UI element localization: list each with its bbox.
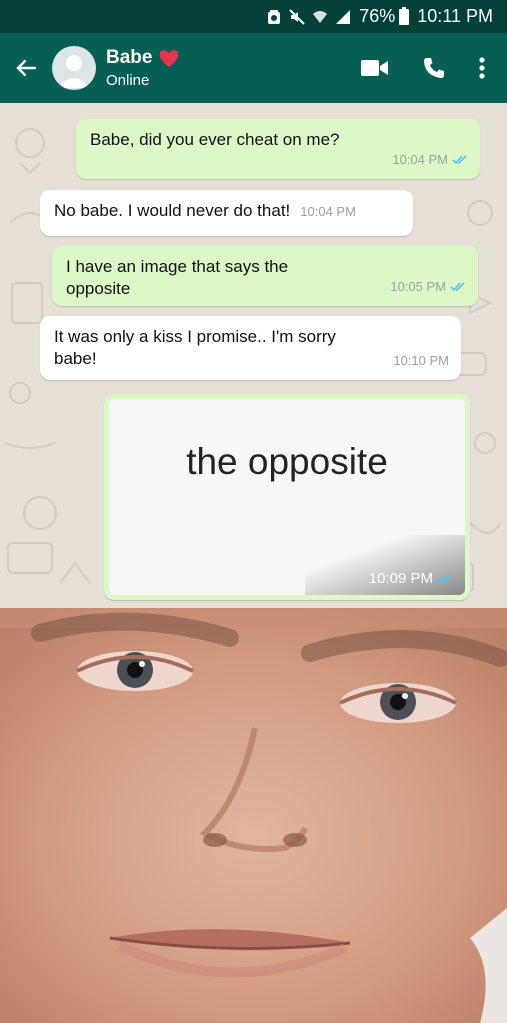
video-call-icon <box>361 60 388 76</box>
image-message-bubble[interactable]: the opposite 10:09 PM <box>104 394 470 600</box>
message-text: I have an image that says the opposite <box>66 257 289 298</box>
clock: 10:11 PM <box>417 6 493 26</box>
status-bar: 76% 10:11 PM <box>0 0 507 33</box>
battery-icon <box>399 6 410 25</box>
message-bubble-incoming[interactable]: It was only a kiss I promise.. I'm sorry… <box>40 316 461 380</box>
avatar[interactable] <box>52 46 96 90</box>
message-text: Babe, did you ever cheat on me? <box>90 130 340 149</box>
mute-icon <box>289 8 305 25</box>
message-bubble-outgoing[interactable]: Babe, did you ever cheat on me? 10:04 PM <box>76 119 480 179</box>
back-arrow-icon <box>16 59 37 77</box>
contact-name: Babe <box>106 47 153 68</box>
chat-header: Babe Online <box>0 33 507 103</box>
more-vert-icon <box>479 57 485 79</box>
battery-percent: 76% <box>359 6 396 26</box>
video-call-button[interactable] <box>361 59 389 77</box>
phone-icon <box>424 58 444 78</box>
contact-status: Online <box>106 72 150 89</box>
contact-info[interactable]: Babe Online <box>106 47 180 89</box>
message-time: 10:04 PM <box>300 204 356 219</box>
default-avatar-icon <box>58 55 90 88</box>
battery-indicator: 76% <box>359 6 410 27</box>
voice-call-button[interactable] <box>423 57 445 79</box>
read-ticks-icon <box>437 573 452 583</box>
message-time: 10:05 PM <box>390 279 446 294</box>
wifi-icon <box>312 9 328 25</box>
read-ticks-icon <box>450 282 465 292</box>
heart-icon <box>160 49 179 67</box>
message-bubble-outgoing[interactable]: I have an image that says the opposite 1… <box>52 246 478 306</box>
message-time: 10:09 PM <box>368 570 433 587</box>
message-text: No babe. I would never do that! <box>54 201 291 220</box>
message-text: It was only a kiss I promise.. I'm sorry… <box>54 327 336 368</box>
signal-icon <box>335 9 351 25</box>
back-button[interactable] <box>0 33 52 103</box>
face-photo <box>0 608 507 1023</box>
image-attachment[interactable]: the opposite 10:09 PM <box>109 399 465 595</box>
message-time: 10:10 PM <box>393 353 449 368</box>
message-bubble-incoming[interactable]: No babe. I would never do that! 10:04 PM <box>40 190 413 236</box>
chat-area[interactable]: Babe, did you ever cheat on me? 10:04 PM… <box>0 103 507 608</box>
more-options-button[interactable] <box>479 57 485 79</box>
alarm-icon <box>266 9 282 25</box>
read-ticks-icon <box>452 155 467 165</box>
message-time: 10:04 PM <box>392 152 448 167</box>
